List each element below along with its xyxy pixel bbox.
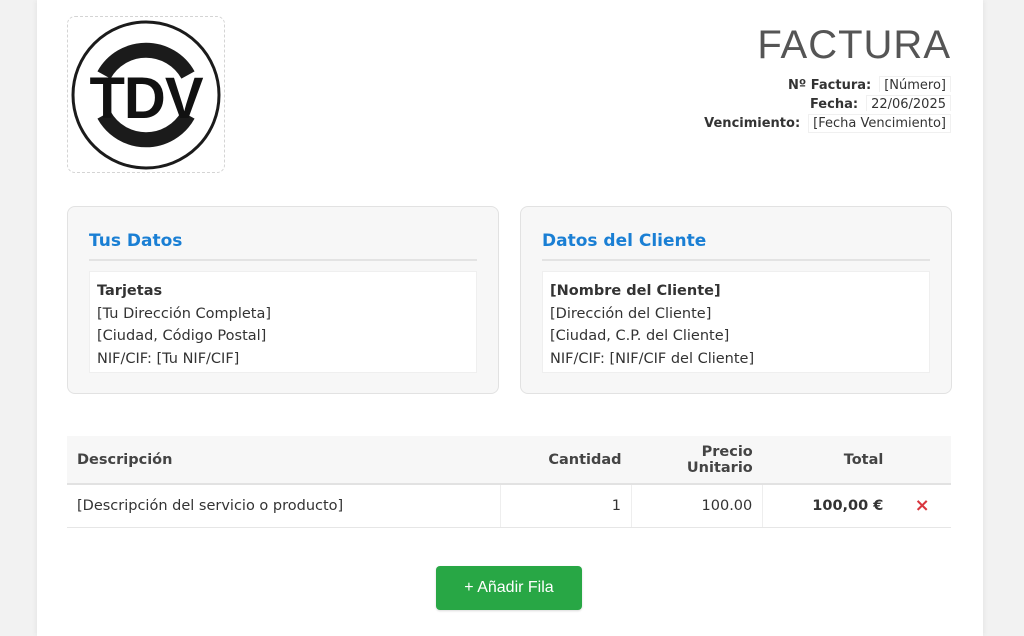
client-card: Datos del Cliente [Nombre del Cliente] [… [520,206,952,394]
column-header-description: Descripción [67,436,501,485]
add-row-button[interactable]: + Añadir Fila [436,566,582,610]
invoice-meta: Nº Factura: [Número] Fecha: 22/06/2025 V… [704,73,951,133]
table-header-row: Descripción Cantidad Precio Unitario Tot… [67,436,951,485]
items-table: Descripción Cantidad Precio Unitario Tot… [67,436,951,528]
issuer-address: [Tu Dirección Completa] [97,305,272,322]
meta-label-due: Vencimiento: [704,115,801,131]
item-quantity-cell[interactable]: 1 [499,484,632,528]
client-card-title: Datos del Cliente [542,231,930,261]
column-header-actions [893,436,951,485]
issuer-card-title: Tus Datos [89,231,477,261]
issuer-city: [Ciudad, Código Postal] [97,328,267,344]
meta-label-number: Nº Factura: [788,78,872,92]
logo-upload-area[interactable]: TDV [67,16,225,173]
meta-row-due: Vencimiento: [Fecha Vencimiento] [704,113,951,133]
due-date-field[interactable]: [Fecha Vencimiento] [808,113,951,133]
item-description-cell[interactable]: [Descripción del servicio o producto] [67,484,501,528]
column-header-unit-price: Precio Unitario [631,436,763,485]
client-name: [Nombre del Cliente] [550,283,721,299]
column-header-total: Total [762,436,894,485]
issuer-tax-id: NIF/CIF: [Tu NIF/CIF] [97,350,240,367]
issuer-details-field[interactable]: Tarjetas [Tu Dirección Completa] [Ciudad… [89,271,477,373]
row-actions-cell: × [893,484,951,528]
invoice-date-field[interactable]: 22/06/2025 [866,95,951,111]
table-row: [Descripción del servicio o producto] 1 … [67,484,951,528]
client-city: [Ciudad, C.P. del Cliente] [550,328,730,344]
meta-row-date: Fecha: 22/06/2025 [704,92,951,111]
logo-text: TDV [90,66,204,131]
item-unit-price-cell[interactable]: 100.00 [631,484,763,528]
issuer-name: Tarjetas [97,283,163,299]
meta-row-number: Nº Factura: [Número] [704,73,951,92]
client-details-field[interactable]: [Nombre del Cliente] [Dirección del Clie… [542,271,930,373]
document-title: FACTURA [757,23,951,67]
item-total-cell: 100,00 € [762,484,894,528]
invoice-number-field[interactable]: [Número] [879,76,951,92]
client-tax-id: NIF/CIF: [NIF/CIF del Cliente] [550,350,755,367]
invoice-sheet: TDV FACTURA Nº Factura: [Número] Fecha: … [37,0,983,636]
company-logo: TDV [71,20,221,170]
delete-row-icon[interactable]: × [915,495,930,516]
client-address: [Dirección del Cliente] [550,305,712,322]
issuer-card: Tus Datos Tarjetas [Tu Dirección Complet… [67,206,499,394]
column-header-quantity: Cantidad [500,436,632,485]
meta-label-date: Fecha: [809,97,859,111]
